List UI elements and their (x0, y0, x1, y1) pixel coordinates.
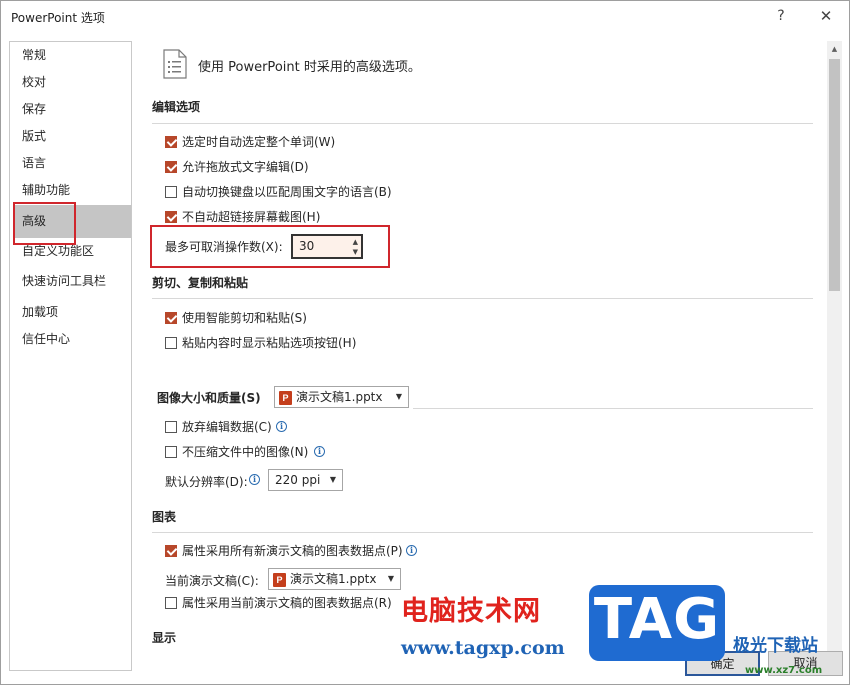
section-title-image: 图像大小和质量(S) (157, 391, 261, 405)
section-title-display: 显示 (152, 631, 177, 645)
page-header-text: 使用 PowerPoint 时采用的高级选项。 (198, 60, 421, 75)
checkbox-checked[interactable] (165, 545, 177, 557)
options-dialog: PowerPoint 选项 ? ✕ 常规 校对 保存 版式 语言 辅助功能 高级… (0, 0, 850, 685)
section-title-editing: 编辑选项 (152, 100, 201, 114)
info-icon[interactable]: i (314, 446, 325, 457)
checkbox-unchecked[interactable] (165, 597, 177, 609)
watermark-tag-logo: TAG (589, 585, 725, 661)
highlight-box-undo (150, 225, 390, 268)
watermark-site-name: 极光下载站 (733, 636, 818, 656)
info-icon[interactable]: i (406, 545, 417, 556)
checkbox-unchecked[interactable] (165, 337, 177, 349)
current-presentation-label: 当前演示文稿(C): (165, 574, 259, 588)
checkbox-unchecked[interactable] (165, 446, 177, 458)
checkbox-unchecked[interactable] (165, 186, 177, 198)
default-resolution-label: 默认分辨率(D): (165, 475, 248, 489)
powerpoint-file-icon: P (273, 572, 286, 587)
checkbox-checked[interactable] (165, 136, 177, 148)
chevron-down-icon: ▼ (395, 392, 402, 401)
image-file-dropdown[interactable]: P 演示文稿1.pptx ▼ (274, 386, 409, 408)
chevron-down-icon: ▼ (387, 574, 394, 583)
checkbox-checked[interactable] (165, 211, 177, 223)
scroll-up-icon[interactable]: ▲ (827, 45, 842, 53)
checkbox-checked[interactable] (165, 312, 177, 324)
section-title-clipboard: 剪切、复制和粘贴 (152, 276, 249, 290)
options-content: 使用 PowerPoint 时采用的高级选项。 编辑选项 选定时自动选定整个单词… (1, 1, 849, 684)
info-icon[interactable]: i (249, 474, 260, 485)
checkbox-checked[interactable] (165, 161, 177, 173)
watermark-url: www.tagxp.com (401, 637, 565, 659)
chevron-down-icon: ▼ (329, 475, 336, 484)
powerpoint-file-icon: P (279, 390, 292, 405)
vertical-scrollbar[interactable]: ▲ ▼ (827, 41, 842, 671)
section-divider (152, 123, 813, 124)
resolution-dropdown[interactable]: 220 ppi ▼ (268, 469, 343, 491)
section-title-chart: 图表 (152, 510, 177, 524)
section-divider (152, 532, 813, 533)
section-divider (152, 298, 813, 299)
scrollbar-thumb[interactable] (829, 59, 840, 291)
checkbox-unchecked[interactable] (165, 421, 177, 433)
section-divider (413, 408, 813, 409)
document-options-icon (163, 49, 187, 79)
watermark-text: 电脑技术网 (401, 596, 541, 627)
info-icon[interactable]: i (276, 421, 287, 432)
watermark-site-url: www.xz7.com (745, 665, 823, 676)
current-presentation-dropdown[interactable]: P 演示文稿1.pptx ▼ (268, 568, 401, 590)
